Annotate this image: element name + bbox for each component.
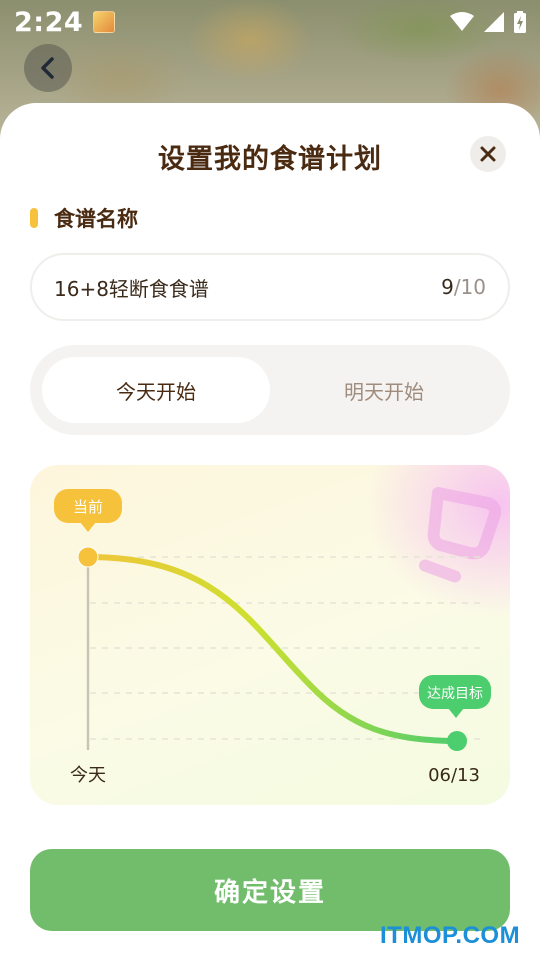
recipe-name-input[interactable]: 16+8轻断食食谱 9/10 xyxy=(30,253,510,321)
target-point xyxy=(447,731,467,751)
char-count-max: /10 xyxy=(453,275,486,299)
close-button[interactable] xyxy=(470,136,506,172)
confirm-settings-button[interactable]: 确定设置 xyxy=(30,849,510,931)
battery-icon xyxy=(514,11,526,33)
app-notification-icon xyxy=(93,11,116,33)
recipe-name-label: 食谱名称 xyxy=(54,207,138,231)
status-time: 2:24 xyxy=(14,6,84,38)
recipe-name-value[interactable]: 16+8轻断食食谱 xyxy=(54,273,441,302)
status-icons xyxy=(450,11,526,33)
start-tomorrow-option[interactable]: 明天开始 xyxy=(270,357,498,423)
watermark-text: ITMOP.COM xyxy=(380,922,521,949)
weight-curve-line xyxy=(85,554,460,744)
chevron-left-icon xyxy=(41,57,54,79)
wifi-icon xyxy=(450,12,474,31)
recipe-name-char-count: 9/10 xyxy=(441,275,486,299)
current-tag: 当前 xyxy=(54,489,122,532)
status-bar: 2:24 xyxy=(0,0,540,44)
section-marker xyxy=(30,208,38,228)
end-date-label: 06/13 xyxy=(428,765,480,786)
signal-icon xyxy=(484,12,504,32)
start-date-label: 今天 xyxy=(70,765,106,786)
start-point xyxy=(77,546,99,568)
current-tag-label: 当前 xyxy=(73,498,103,516)
close-icon xyxy=(480,146,496,162)
plan-progress-chart: 当前 达成目标 今天 06/13 xyxy=(30,465,510,805)
start-day-toggle: 今天开始 明天开始 xyxy=(30,345,510,435)
chart-gridlines xyxy=(90,556,480,740)
char-count-current: 9 xyxy=(441,275,454,299)
target-tag: 达成目标 xyxy=(419,675,491,718)
start-today-option[interactable]: 今天开始 xyxy=(42,357,270,423)
recipe-name-section-label: 食谱名称 xyxy=(30,203,138,233)
sheet-title: 设置我的食谱计划 xyxy=(158,144,382,175)
back-button[interactable] xyxy=(24,44,72,92)
plan-curve-svg: 当前 达成目标 今天 06/13 xyxy=(54,487,502,786)
recipe-plan-sheet: 设置我的食谱计划 食谱名称 16+8轻断食食谱 9/10 今天开始 明天开始 当… xyxy=(0,103,540,960)
target-tag-label: 达成目标 xyxy=(427,686,483,702)
decorative-logo-shape xyxy=(418,487,502,583)
